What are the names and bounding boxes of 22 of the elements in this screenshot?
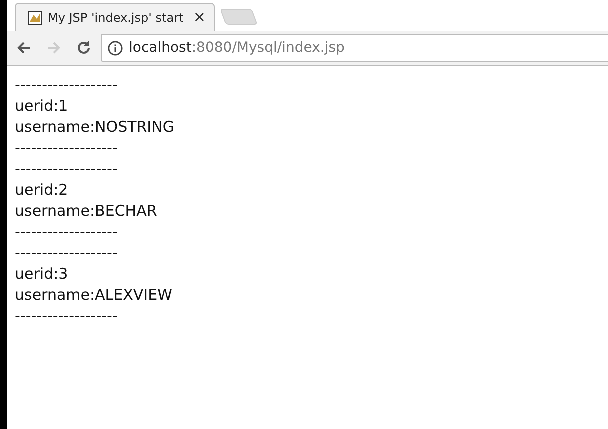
forward-arrow-icon <box>46 40 62 56</box>
url-path: :8080/Mysql/index.jsp <box>192 38 345 58</box>
back-arrow-icon <box>16 40 32 56</box>
separator-line: ------------------- <box>15 243 118 264</box>
output-line: username:BECHAR <box>15 201 158 222</box>
separator-line: ------------------- <box>15 222 118 243</box>
output-line: username:ALEXVIEW <box>15 285 172 306</box>
info-icon <box>108 40 123 56</box>
page-icon <box>28 10 42 24</box>
url-host: localhost <box>129 38 192 58</box>
output-line: uerid:1 <box>15 96 68 117</box>
output-line: uerid:3 <box>15 264 68 285</box>
separator-line: ------------------- <box>15 306 118 327</box>
separator-line: ------------------- <box>15 159 118 180</box>
output-line: username:NOSTRING <box>15 117 174 138</box>
separator-line: ------------------- <box>15 138 118 159</box>
reload-icon <box>76 40 92 56</box>
address-bar[interactable]: localhost:8080/Mysql/index.jsp <box>101 34 608 62</box>
browser-tab[interactable]: My JSP 'index.jsp' start × <box>15 3 215 31</box>
output-line: uerid:2 <box>15 180 68 201</box>
separator-line: ------------------- <box>15 75 118 96</box>
tab-title: My JSP 'index.jsp' start <box>48 10 185 26</box>
